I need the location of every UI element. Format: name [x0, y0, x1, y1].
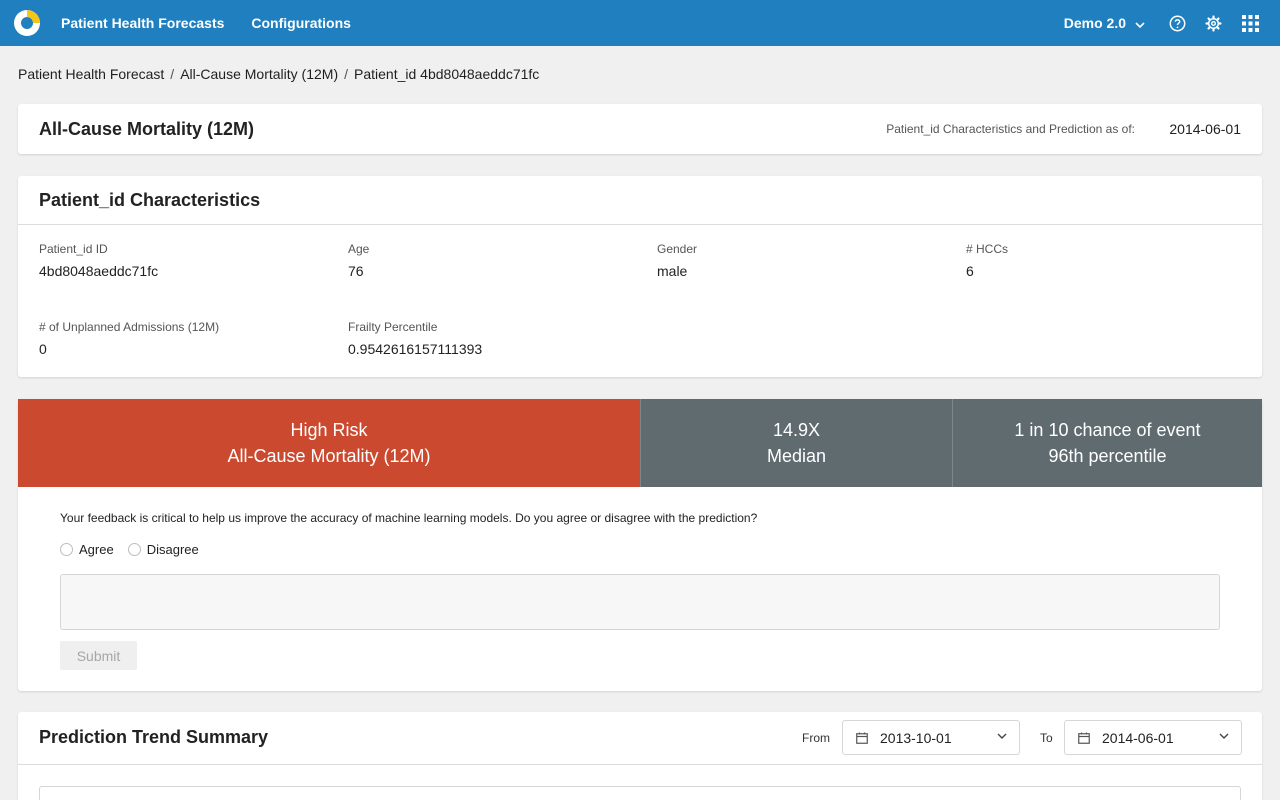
calendar-icon [1078, 732, 1090, 744]
chevron-down-icon [1219, 733, 1229, 739]
from-label: From [802, 731, 830, 745]
prediction-trend-card: Prediction Trend Summary From 2013-10-01… [18, 712, 1262, 800]
to-label: To [1040, 731, 1053, 745]
submit-button[interactable]: Submit [60, 641, 137, 670]
field-value: 6 [966, 263, 974, 279]
field-gender: Gender male [657, 242, 697, 279]
field-age: Age 76 [348, 242, 369, 279]
field-label: # HCCs [966, 242, 1009, 256]
agree-radio[interactable] [60, 543, 73, 556]
field-value: 4bd8048aeddc71fc [39, 263, 159, 279]
risk-chance-panel: 1 in 10 chance of event 96th percentile [952, 399, 1262, 487]
risk-multiplier-panel: 14.9X Median [640, 399, 952, 487]
field-value: 76 [348, 263, 364, 279]
field-frailty-percentile: Frailty Percentile 0.9542616157111393 [348, 320, 482, 357]
field-label: Patient_id ID [39, 242, 108, 256]
field-hccs: # HCCs 6 [966, 242, 1008, 279]
chevron-down-icon [997, 733, 1007, 739]
agree-label[interactable]: Agree [79, 542, 114, 557]
trend-title: Prediction Trend Summary [39, 727, 269, 747]
breadcrumb-item-patient: Patient_id 4bd8048aeddc71fc [354, 66, 540, 82]
breadcrumb-item-forecast[interactable]: Patient Health Forecast [18, 66, 164, 82]
disagree-label[interactable]: Disagree [147, 542, 199, 557]
field-unplanned-admissions: # of Unplanned Admissions (12M) 0 [39, 320, 219, 357]
org-selector-label: Demo 2.0 [1063, 15, 1126, 31]
field-label: Age [348, 242, 370, 256]
page-title: All-Cause Mortality (12M) [39, 119, 255, 139]
field-label: Gender [657, 242, 698, 256]
apps-grid-icon[interactable] [1240, 13, 1260, 33]
field-label: Frailty Percentile [348, 320, 438, 334]
asof-date: 2014-06-01 [1169, 121, 1241, 137]
risk-level: High Risk [290, 420, 368, 440]
calendar-icon [856, 732, 868, 744]
risk-multiplier: 14.9X [772, 420, 821, 440]
characteristics-card: Patient_id Characteristics Patient_id ID… [18, 176, 1262, 377]
breadcrumb-item-outcome[interactable]: All-Cause Mortality (12M) [180, 66, 338, 82]
risk-prediction-card: High Risk All-Cause Mortality (12M) 14.9… [18, 399, 1262, 691]
risk-summary-strip: High Risk All-Cause Mortality (12M) 14.9… [18, 399, 1262, 487]
org-selector[interactable]: Demo 2.0 [1064, 15, 1145, 31]
field-value: 0.9542616157111393 [348, 341, 483, 357]
field-label: # of Unplanned Admissions (12M) [39, 320, 220, 334]
chevron-down-icon [1135, 15, 1145, 31]
disagree-radio[interactable] [127, 543, 141, 556]
feedback-question: Your feedback is critical to help us imp… [60, 511, 758, 525]
nav-configurations[interactable]: Configurations [251, 15, 351, 31]
breadcrumb-separator: / [344, 66, 349, 82]
characteristics-title: Patient_id Characteristics [39, 190, 261, 210]
trend-chart-container [39, 786, 1241, 800]
risk-chance: 1 in 10 chance of event [1014, 420, 1201, 440]
logo-icon[interactable] [13, 9, 41, 37]
feedback-comment-textarea[interactable] [60, 574, 1220, 630]
to-date-picker[interactable]: 2014-06-01 [1064, 720, 1242, 755]
field-patient-id: Patient_id ID 4bd8048aeddc71fc [39, 242, 158, 279]
risk-level-panel: High Risk All-Cause Mortality (12M) [18, 399, 640, 487]
gear-icon[interactable] [1203, 13, 1223, 33]
risk-multiplier-label: Median [766, 446, 827, 466]
top-navigation-bar: Patient Health Forecasts Configurations … [0, 0, 1280, 46]
asof-label: Patient_id Characteristics and Predictio… [886, 122, 1135, 136]
outcome-header-card: All-Cause Mortality (12M) Patient_id Cha… [18, 104, 1262, 154]
risk-outcome: All-Cause Mortality (12M) [227, 446, 431, 466]
risk-percentile: 96th percentile [1048, 446, 1167, 466]
to-date-value: 2014-06-01 [1102, 729, 1174, 746]
divider [18, 224, 1262, 225]
help-icon[interactable] [1167, 13, 1187, 33]
field-value: male [657, 263, 688, 279]
field-value: 0 [39, 341, 47, 357]
breadcrumb: Patient Health Forecast / All-Cause Mort… [18, 66, 539, 82]
feedback-options: Agree Disagree [60, 542, 213, 557]
from-date-value: 2013-10-01 [880, 729, 952, 746]
from-date-picker[interactable]: 2013-10-01 [842, 720, 1020, 755]
breadcrumb-separator: / [170, 66, 175, 82]
divider [18, 764, 1262, 765]
nav-patient-health-forecasts[interactable]: Patient Health Forecasts [61, 15, 224, 31]
